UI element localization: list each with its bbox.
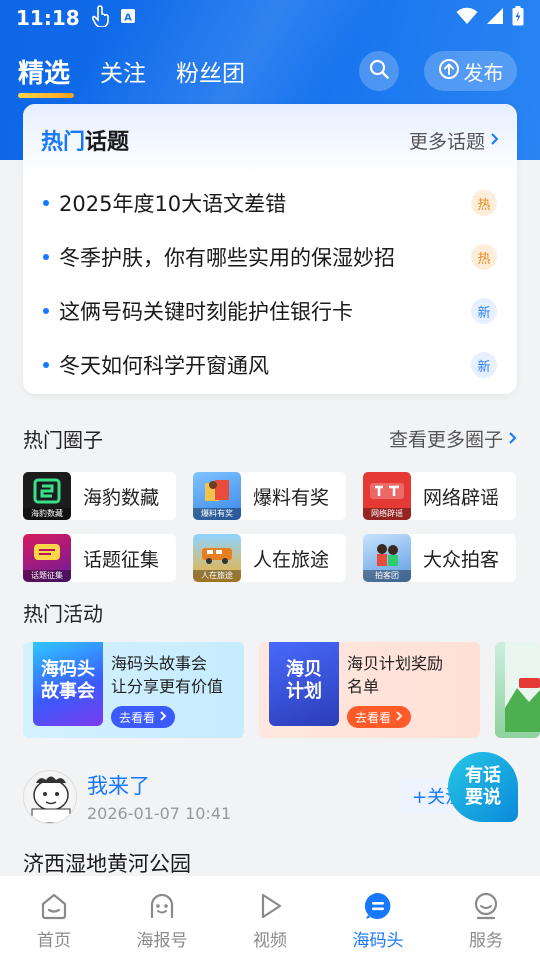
activity-image: 海码头故事会 <box>33 642 103 726</box>
battery-icon <box>512 6 524 30</box>
nav-service[interactable]: 服务 <box>432 876 540 960</box>
chevron-right-icon <box>395 710 403 724</box>
post-username[interactable]: 我来了 <box>87 770 150 800</box>
hot-topics-title: 热门话题 <box>41 130 130 155</box>
signal-icon <box>486 7 504 29</box>
more-circles-link[interactable]: 查看更多圈子 <box>389 425 517 452</box>
chevron-right-icon <box>159 710 167 724</box>
bottom-navigation: 首页 海报号 视频 海码头 服务 <box>0 876 540 960</box>
svg-text:A: A <box>124 13 132 24</box>
circle-thumbnail: 话题征集 <box>23 534 71 582</box>
bullet-dot <box>43 362 49 368</box>
circle-item[interactable]: 话题征集 话题征集 <box>23 534 176 582</box>
face-icon <box>146 890 178 922</box>
circle-thumbnail: 人在旅途 <box>193 534 241 582</box>
search-button[interactable] <box>359 51 399 91</box>
hot-badge: 热 <box>471 190 497 216</box>
touch-icon <box>91 5 110 31</box>
bullet-dot <box>43 308 49 314</box>
speak-fab-button[interactable]: 有话 要说 <box>448 752 518 822</box>
activity-title: 海码头故事会 让分享更有价值 <box>111 654 224 696</box>
go-look-button[interactable]: 去看看 <box>347 706 412 728</box>
nav-home[interactable]: 首页 <box>0 876 108 960</box>
circle-item[interactable]: 人在旅途 人在旅途 <box>193 534 346 582</box>
topic-item[interactable]: 2025年度10大语文差错 热 <box>23 176 517 230</box>
hot-badge: 热 <box>471 244 497 270</box>
hot-activities-title: 热门活动 <box>23 602 103 626</box>
chevron-right-icon <box>507 428 517 450</box>
play-icon <box>254 890 286 922</box>
more-topics-link[interactable]: 更多话题 <box>409 127 499 154</box>
nav-haibao[interactable]: 海报号 <box>108 876 216 960</box>
post-content[interactable]: 济西湿地黄河公园 <box>23 848 191 878</box>
activity-card[interactable]: 海码头故事会 海码头故事会 让分享更有价值 去看看 <box>23 642 244 738</box>
hot-circles-title: 热门圈子 <box>23 428 103 452</box>
post-time: 2026-01-07 10:41 <box>87 804 232 823</box>
circle-item[interactable]: 海豹数藏 海豹数藏 <box>23 472 176 520</box>
activity-image: 海贝计划 <box>269 642 339 726</box>
upload-icon <box>438 58 460 85</box>
nav-haimatou[interactable]: 海码头 <box>324 876 432 960</box>
circle-item[interactable]: 爆料有奖 爆料有奖 <box>193 472 346 520</box>
go-look-button[interactable]: 去看看 <box>111 706 176 728</box>
topic-item[interactable]: 冬天如何科学开窗通风 新 <box>23 338 517 392</box>
activity-card[interactable]: 海贝计划 海贝计划奖励 名单 去看看 <box>259 642 480 738</box>
hot-activities-header: 热门活动 <box>23 598 517 627</box>
bullet-dot <box>43 254 49 260</box>
new-badge: 新 <box>471 352 497 378</box>
hot-circles-header: 热门圈子 查看更多圈子 <box>23 424 517 453</box>
home-icon <box>38 890 70 922</box>
publish-button[interactable]: 发布 <box>424 51 517 91</box>
circle-thumbnail: 拍客团 <box>363 534 411 582</box>
circle-item[interactable]: 网络辟谣 网络辟谣 <box>363 472 516 520</box>
wifi-icon <box>456 7 478 29</box>
circle-thumbnail: 爆料有奖 <box>193 472 241 520</box>
publish-label: 发布 <box>463 60 504 85</box>
circle-thumbnail: 网络辟谣 <box>363 472 411 520</box>
search-icon <box>368 58 390 84</box>
tab-following[interactable]: 关注 <box>100 54 146 88</box>
circle-item[interactable]: 拍客团 大众拍客 <box>363 534 516 582</box>
service-icon <box>470 890 502 922</box>
circle-thumbnail: 海豹数藏 <box>23 472 71 520</box>
tab-fan-group[interactable]: 粉丝团 <box>176 54 245 88</box>
keyboard-a-icon: A <box>120 8 136 28</box>
topic-item[interactable]: 这俩号码关键时刻能护住银行卡 新 <box>23 284 517 338</box>
status-bar: 11:18 A <box>0 0 540 36</box>
top-navigation: 精选 关注 粉丝团 发布 <box>0 46 540 98</box>
tab-featured[interactable]: 精选 <box>18 53 75 98</box>
chat-icon <box>362 890 394 922</box>
chevron-right-icon <box>489 129 499 151</box>
nav-video[interactable]: 视频 <box>216 876 324 960</box>
hot-topics-card: 热门话题 更多话题 2025年度10大语文差错 热 冬季护肤，你有哪些实用的保湿… <box>23 104 517 394</box>
topic-item[interactable]: 冬季护肤，你有哪些实用的保湿妙招 热 <box>23 230 517 284</box>
avatar[interactable] <box>23 770 77 824</box>
activity-title: 海贝计划奖励 名单 <box>347 654 444 696</box>
bullet-dot <box>43 200 49 206</box>
new-badge: 新 <box>471 298 497 324</box>
activity-card-partial[interactable] <box>495 642 540 738</box>
status-time: 11:18 <box>16 6 80 30</box>
